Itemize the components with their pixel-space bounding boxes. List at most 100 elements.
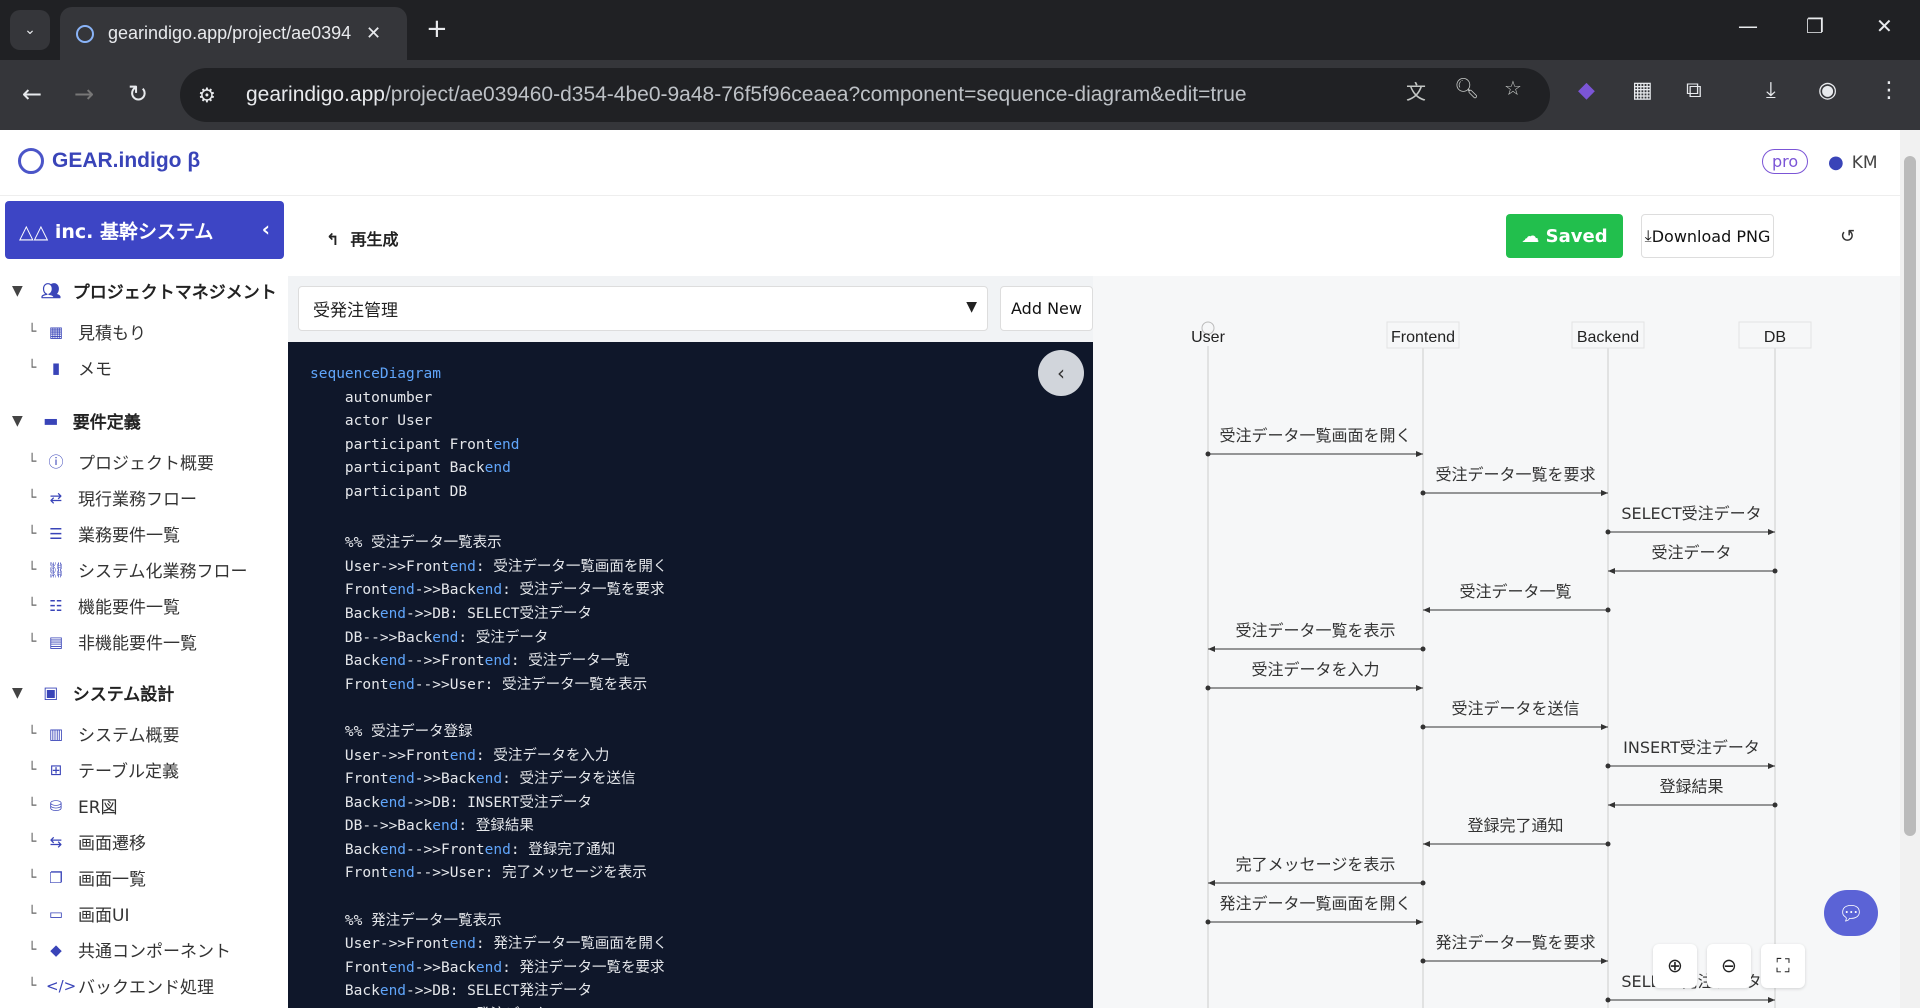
address-bar[interactable]: ⚙ gearindigo.app/project/ae039460-d354-4… <box>180 68 1550 122</box>
pro-badge: pro <box>1762 149 1809 174</box>
history-icon[interactable]: ↺ <box>1840 226 1855 247</box>
download-png-button[interactable]: ⤓ Download PNG <box>1641 214 1774 258</box>
message-start-dot <box>1605 763 1611 769</box>
scrollbar-thumb[interactable] <box>1904 156 1916 836</box>
zoom-icon[interactable]: 🔍︎ <box>1454 76 1479 100</box>
message-label: 登録結果 <box>1659 777 1723 796</box>
extension2-icon[interactable]: ▦ <box>1632 78 1653 103</box>
participant-label: Backend <box>1577 329 1639 346</box>
browser-toolbar: ← → ↻ ⚙ gearindigo.app/project/ae039460-… <box>0 60 1920 130</box>
new-tab-icon[interactable]: + <box>426 14 448 44</box>
code-line: actor User <box>310 413 433 430</box>
code-line: Frontend->>Backend: 発注データ一覧を要求 <box>310 959 665 976</box>
section-requirements[interactable]: ▼ ▬ 要件定義 <box>12 408 141 433</box>
code-line: Backend-->>Frontend: 受注データ一覧 <box>310 653 630 670</box>
section-project-management[interactable]: ▼ 👥︎ プロジェクトマネジメント <box>12 278 277 303</box>
collapse-sidebar-icon[interactable]: ‹ <box>262 217 270 241</box>
message-label: 発注データ一覧を要求 <box>1435 933 1595 952</box>
chat-button[interactable]: 💬︎ <box>1824 890 1878 936</box>
calculator-icon: ▦ <box>48 322 64 341</box>
arrowhead <box>1768 997 1775 1003</box>
forward-icon[interactable]: → <box>74 80 94 108</box>
arrowhead <box>1423 607 1430 613</box>
url-text[interactable]: gearindigo.app/project/ae039460-d354-4be… <box>246 83 1247 107</box>
message-start-dot <box>1605 607 1611 613</box>
arrowhead <box>1208 646 1215 652</box>
minimize-icon[interactable]: — <box>1738 14 1758 38</box>
logo-text: GEAR.indigo β <box>52 149 201 172</box>
project-selector[interactable]: △△ inc. 基幹システム ‹ <box>5 201 284 259</box>
sidebar-item-screen-list[interactable]: └ ❐ 画面一覧 <box>28 865 146 891</box>
sidebar-item-functional-reqs[interactable]: └ ☷ 機能要件一覧 <box>28 593 180 619</box>
sidebar-item-current-flow[interactable]: └ ⇄ 現行業務フロー <box>28 485 197 511</box>
sidebar-item-screen-transition[interactable]: └ ⇆ 画面遷移 <box>28 829 146 855</box>
code-line: %% 受注データ一覧表示 <box>310 535 502 552</box>
message-label: 完了メッセージを表示 <box>1236 855 1396 874</box>
collapse-editor-button[interactable]: ‹ <box>1038 350 1084 396</box>
diagram-select[interactable]: 受発注管理 ▼ <box>298 286 988 331</box>
code-line: %% 発注データ一覧表示 <box>310 912 502 929</box>
menu-icon[interactable]: ⋮ <box>1878 78 1900 103</box>
message-label: 受注データ一覧画面を開く <box>1219 426 1411 445</box>
arrowhead <box>1601 490 1608 496</box>
logo[interactable]: GEAR.indigo β <box>18 148 200 174</box>
sidebar-item-project-overview[interactable]: └ ⓘ プロジェクト概要 <box>28 449 214 474</box>
message-label: SELECT受注データ <box>1621 504 1761 523</box>
chevron-down-icon: ▼ <box>12 412 23 429</box>
sidebar-item-er[interactable]: └ ⛁ ER図 <box>28 793 118 819</box>
restore-icon[interactable]: ❐ <box>1806 14 1824 38</box>
extension-icon[interactable]: ◆ <box>1578 78 1595 103</box>
zoom-in-button[interactable]: ⊕ <box>1653 944 1697 988</box>
translate-icon[interactable]: 文 <box>1406 76 1426 105</box>
sidebar-item-system-flow[interactable]: └ ⛓ システム化業務フロー <box>28 557 248 583</box>
sidebar-item-system-overview[interactable]: └ ▥ システム概要 <box>28 721 180 747</box>
sidebar-item-screen-ui[interactable]: └ ▭ 画面UI <box>28 901 129 927</box>
tab-search-icon[interactable]: ⌄ <box>10 10 50 50</box>
fullscreen-button[interactable]: ⛶ <box>1761 944 1805 988</box>
arrowhead <box>1423 841 1430 847</box>
site-info-icon[interactable]: ⚙ <box>198 83 238 107</box>
logo-icon <box>18 148 44 174</box>
arrowhead <box>1601 958 1608 964</box>
code-editor[interactable]: sequenceDiagram autonumber actor User pa… <box>288 342 1093 1008</box>
user-menu[interactable]: ● KM <box>1828 152 1878 173</box>
sidebar-item-nonfunctional-reqs[interactable]: └ ▤ 非機能要件一覧 <box>28 629 197 655</box>
code-line: Frontend-->>User: 完了メッセージを表示 <box>310 865 647 882</box>
sidebar-item-memo[interactable]: └ ▮ メモ <box>28 355 112 381</box>
section-system-design[interactable]: ▼ ▣ システム設計 <box>12 680 174 705</box>
message-start-dot <box>1420 724 1426 730</box>
message-start-dot <box>1772 568 1778 574</box>
browser-tab[interactable]: gearindigo.app/project/ae0394 ✕ <box>60 7 407 60</box>
sidebar-item-common-components[interactable]: └ ◆ 共通コンポーネント <box>28 937 231 963</box>
message-start-dot <box>1605 529 1611 535</box>
add-new-button[interactable]: Add New <box>1000 286 1093 331</box>
diagram-selector-bar: 受発注管理 ▼ Add New <box>288 276 1093 342</box>
message-start-dot <box>1205 919 1211 925</box>
file-icon: ▮ <box>51 358 61 377</box>
reload-icon[interactable]: ↻ <box>128 80 148 108</box>
close-window-icon[interactable]: ✕ <box>1876 14 1893 38</box>
back-icon[interactable]: ← <box>22 80 42 108</box>
page-scrollbar[interactable] <box>1900 130 1920 1008</box>
regenerate-button[interactable]: ↰ 再生成 <box>326 226 399 250</box>
chart-icon: ▥ <box>48 724 64 743</box>
cloud-upload-icon: ☁ <box>1521 225 1546 247</box>
sequence-diagram-preview[interactable]: User Frontend Backend DB 受注データ一覧画面を開く 受注データ一覧… <box>1093 276 1900 1008</box>
profile-icon[interactable]: ◉ <box>1818 78 1837 103</box>
sidebar-item-table-def[interactable]: └ ⊞ テーブル定義 <box>28 757 179 783</box>
close-tab-icon[interactable]: ✕ <box>366 23 381 44</box>
zoom-out-button[interactable]: ⊖ <box>1707 944 1751 988</box>
sidebar-item-business-reqs[interactable]: └ ☰ 業務要件一覧 <box>28 521 180 547</box>
sidebar-item-estimate[interactable]: └ ▦ 見積もり <box>28 319 146 345</box>
message-start-dot <box>1420 646 1426 652</box>
code-line: participant Backend <box>310 460 511 477</box>
extensions-puzzle-icon[interactable]: ⧉ <box>1686 78 1702 103</box>
sidebar-item-backend[interactable]: └ </> バックエンド処理 <box>28 973 214 999</box>
download-icon[interactable]: ⤓ <box>1766 78 1776 103</box>
code-line: Frontend-->>User: 受注データ一覧を表示 <box>310 676 648 693</box>
code-line: sequenceDiagram <box>310 366 441 382</box>
saved-button[interactable]: ☁ Saved <box>1506 214 1623 258</box>
bookmark-star-icon[interactable]: ☆ <box>1504 76 1522 100</box>
